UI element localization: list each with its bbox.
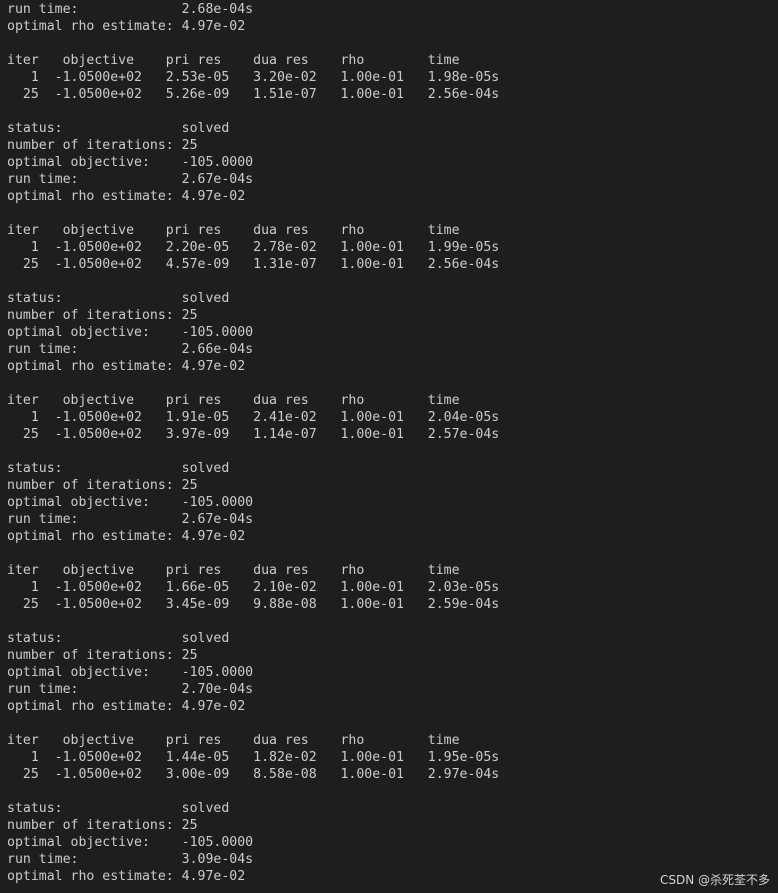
terminal-line: number of iterations: 25 — [7, 308, 198, 323]
terminal-output[interactable]: run time: 2.68e-04s optimal rho estimate:… — [0, 0, 778, 893]
terminal-line: optimal rho estimate: 4.97e-02 — [7, 699, 246, 714]
terminal-line: 25 -1.0500e+02 3.97e-09 1.14e-07 1.00e-0… — [7, 427, 500, 442]
terminal-line: number of iterations: 25 — [7, 648, 198, 663]
terminal-line: optimal rho estimate: 4.97e-02 — [7, 19, 246, 34]
terminal-line: status: solved — [7, 291, 230, 306]
terminal-line: run time: 2.68e-04s — [7, 2, 254, 17]
terminal-line: run time: 2.67e-04s — [7, 172, 254, 187]
terminal-line: 1 -1.0500e+02 1.44e-05 1.82e-02 1.00e-01… — [7, 750, 500, 765]
terminal-line: 1 -1.0500e+02 2.20e-05 2.78e-02 1.00e-01… — [7, 240, 500, 255]
terminal-line: optimal objective: -105.0000 — [7, 325, 254, 340]
terminal-line: iter objective pri res dua res rho time — [7, 563, 460, 578]
terminal-line: status: solved — [7, 121, 230, 136]
terminal-line: iter objective pri res dua res rho time — [7, 53, 460, 68]
terminal-line: 25 -1.0500e+02 5.26e-09 1.51e-07 1.00e-0… — [7, 87, 500, 102]
terminal-line: optimal objective: -105.0000 — [7, 665, 254, 680]
terminal-line: 25 -1.0500e+02 3.45e-09 9.88e-08 1.00e-0… — [7, 597, 500, 612]
terminal-line: iter objective pri res dua res rho time — [7, 223, 460, 238]
terminal-line: optimal objective: -105.0000 — [7, 835, 254, 850]
terminal-line: iter objective pri res dua res rho time — [7, 393, 460, 408]
terminal-line: run time: 2.66e-04s — [7, 342, 254, 357]
terminal-line: run time: 3.09e-04s — [7, 852, 254, 867]
terminal-line: optimal objective: -105.0000 — [7, 155, 254, 170]
terminal-line: optimal rho estimate: 4.97e-02 — [7, 359, 246, 374]
terminal-line: run time: 2.67e-04s — [7, 512, 254, 527]
terminal-line: status: solved — [7, 461, 230, 476]
terminal-line: 25 -1.0500e+02 3.00e-09 8.58e-08 1.00e-0… — [7, 767, 500, 782]
csdn-watermark: CSDN @杀死荃不多 — [659, 873, 770, 887]
terminal-line: 25 -1.0500e+02 4.57e-09 1.31e-07 1.00e-0… — [7, 257, 500, 272]
terminal-line: optimal rho estimate: 4.97e-02 — [7, 529, 246, 544]
terminal-line: optimal objective: -105.0000 — [7, 495, 254, 510]
terminal-line: status: solved — [7, 801, 230, 816]
terminal-line: 1 -1.0500e+02 1.66e-05 2.10e-02 1.00e-01… — [7, 580, 500, 595]
terminal-line: 1 -1.0500e+02 2.53e-05 3.20e-02 1.00e-01… — [7, 70, 500, 85]
terminal-line: optimal rho estimate: 4.97e-02 — [7, 189, 246, 204]
terminal-line: number of iterations: 25 — [7, 478, 198, 493]
terminal-line: number of iterations: 25 — [7, 138, 198, 153]
terminal-line: number of iterations: 25 — [7, 818, 198, 833]
terminal-line: run time: 2.70e-04s — [7, 682, 254, 697]
terminal-line: iter objective pri res dua res rho time — [7, 733, 460, 748]
terminal-line: status: solved — [7, 631, 230, 646]
terminal-line: 1 -1.0500e+02 1.91e-05 2.41e-02 1.00e-01… — [7, 410, 500, 425]
